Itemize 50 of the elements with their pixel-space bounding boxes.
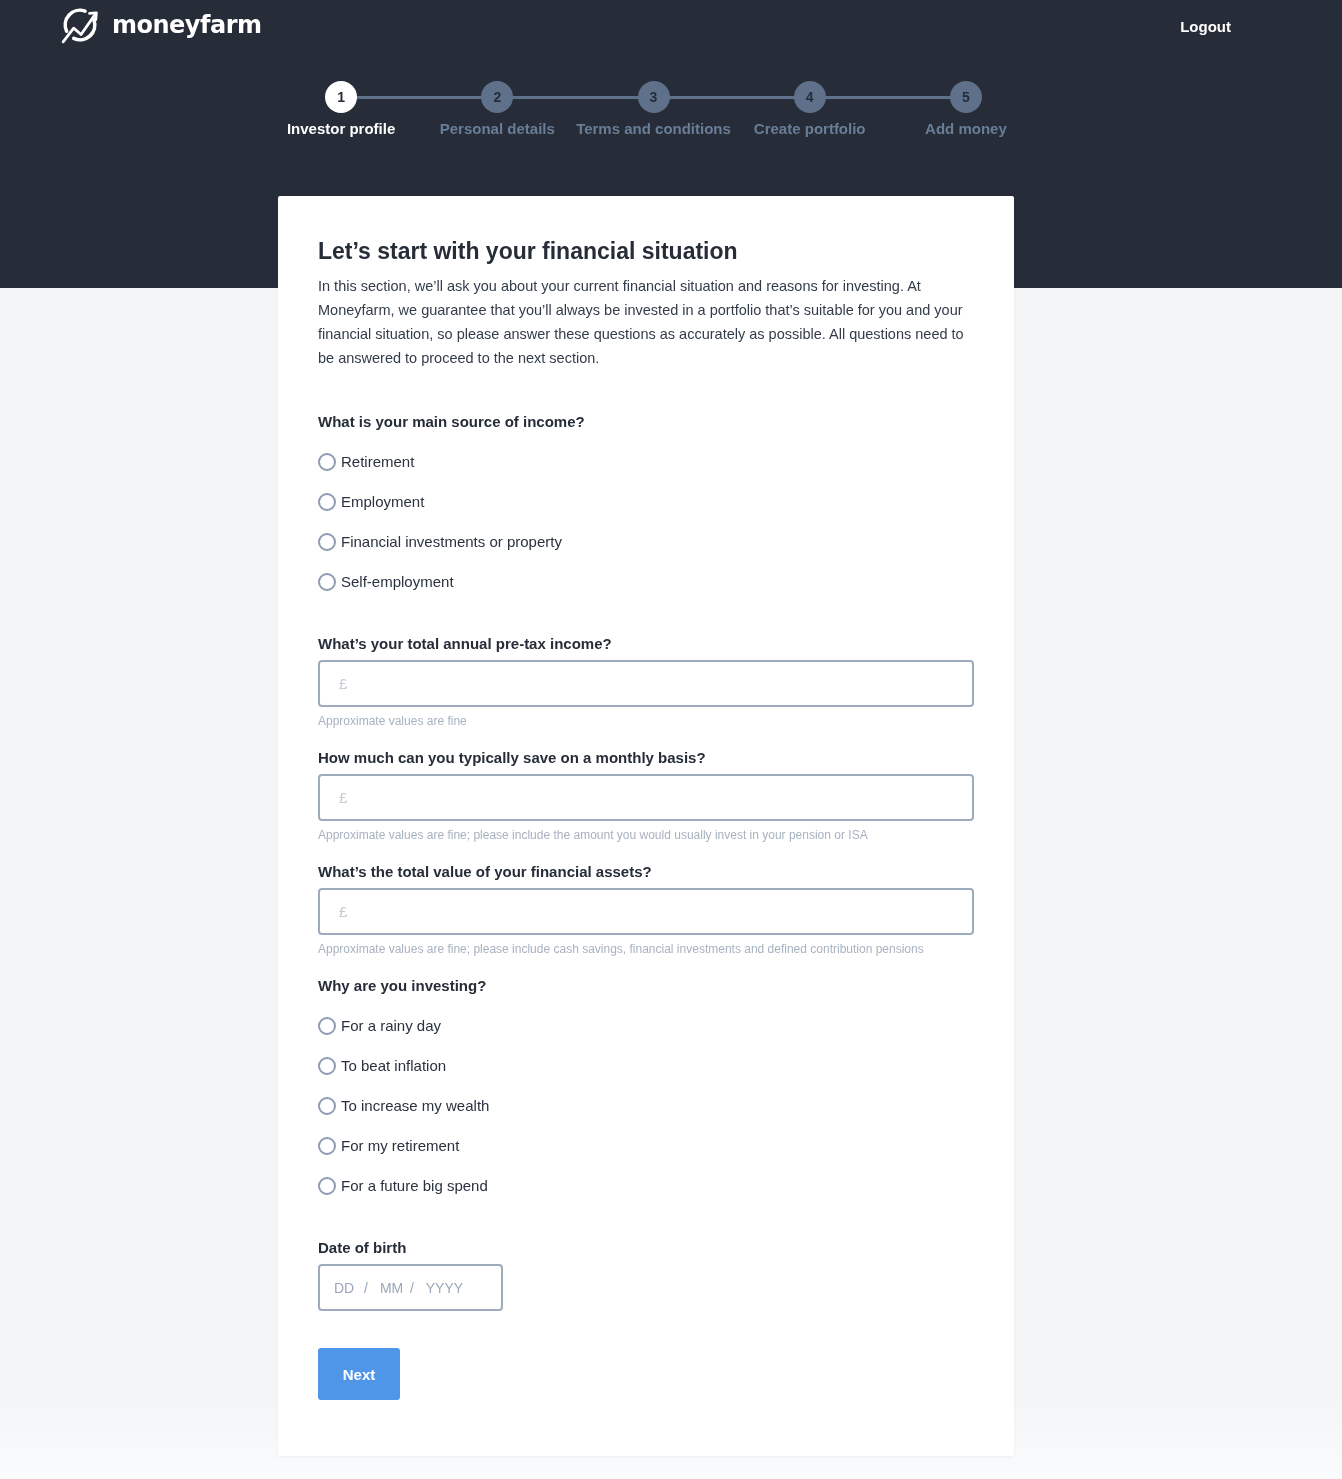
step-label: Investor profile (286, 119, 396, 139)
date-part-input[interactable]: YYYY (425, 1276, 470, 1299)
step-label: Create portfolio (753, 119, 866, 139)
option-label[interactable]: For my retirement (341, 1136, 460, 1156)
option-label[interactable]: For a rainy day (341, 1016, 442, 1036)
radio-button[interactable] (318, 1137, 336, 1155)
date-part-input[interactable]: MM (379, 1276, 404, 1299)
date-separator: / (409, 1278, 414, 1298)
question-label: What is your main source of income? (318, 412, 586, 432)
option-label[interactable]: Financial investments or property (341, 532, 562, 552)
date-part-input[interactable]: DD (334, 1276, 358, 1299)
radio-button[interactable] (318, 573, 336, 591)
radio-button[interactable] (318, 453, 336, 471)
date-separator: / (364, 1278, 368, 1298)
radio-button[interactable] (318, 493, 336, 511)
option-label[interactable]: For a future big spend (341, 1176, 488, 1196)
radio-button[interactable] (318, 1017, 336, 1035)
hint-text: Approximate values are fine; please include the amount you would usually invest in your pension or ISA (318, 827, 869, 843)
step-label: Terms and conditions (576, 119, 731, 139)
step-label: Personal details (439, 119, 555, 139)
option-label[interactable]: To increase my wealth (341, 1096, 490, 1116)
intro-text: In this section, we’ll ask you about your current financial situation and reasons for investing. At Moneyfarm, we guarantee that you’ll always be invested in a portfolio that’s suitable for you and your financial situation, so please answer these questions as accurately as possible. All questions need to be answered to proceed to the next section. (318, 277, 965, 368)
logo-icon (60, 6, 100, 44)
option-label[interactable]: To beat inflation (341, 1056, 447, 1076)
amount-input[interactable]: £ (318, 774, 974, 821)
brand-name: moneyfarm (112, 10, 262, 40)
option-label[interactable]: Self-employment (341, 572, 454, 592)
step-circle: 3 (637, 81, 670, 113)
step-circle: 2 (481, 81, 514, 113)
amount-input[interactable]: £ (318, 888, 974, 935)
step-circle: 1 (325, 81, 358, 113)
question-label: What’s your total annual pre-tax income? (318, 634, 613, 654)
radio-button[interactable] (318, 1097, 336, 1115)
radio-button[interactable] (318, 1177, 336, 1195)
question-label: What’s the total value of your financial assets? (318, 862, 653, 882)
option-label[interactable]: Retirement (341, 452, 415, 472)
step-label: Add money (925, 119, 1007, 139)
step-circle: 5 (949, 81, 982, 113)
question-label: Why are you investing? (318, 976, 488, 996)
hint-text: Approximate values are fine (318, 713, 468, 729)
question-label: How much can you typically save on a monthly basis? (318, 748, 707, 768)
form-title: Let’s start with your financial situation (318, 237, 739, 266)
amount-input[interactable]: £ (318, 660, 974, 707)
question-label: Date of birth (318, 1238, 408, 1258)
step-circle: 4 (793, 81, 826, 113)
radio-button[interactable] (318, 1057, 336, 1075)
option-label[interactable]: Employment (341, 492, 425, 512)
hint-text: Approximate values are fine; please include cash savings, financial investments and defined contribution pensions (318, 941, 925, 957)
radio-button[interactable] (318, 533, 336, 551)
logout-link[interactable]: Logout (1180, 17, 1231, 37)
